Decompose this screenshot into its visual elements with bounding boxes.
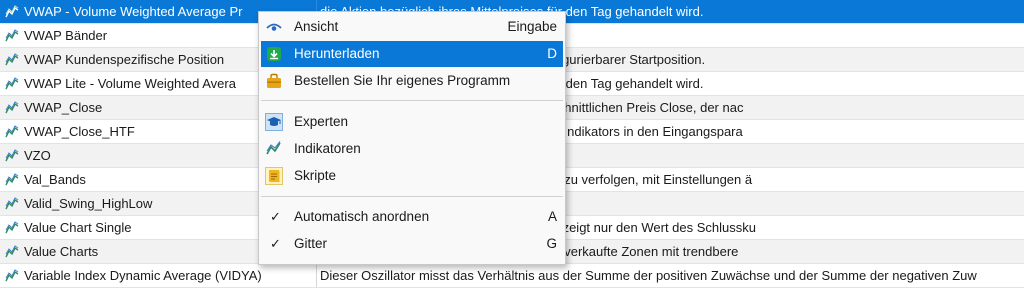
indicators-icon: [266, 141, 281, 155]
indicator-icon: [5, 100, 19, 113]
menu-separator: [261, 100, 563, 101]
scripts-icon: [265, 167, 283, 185]
indicator-icon: [5, 220, 19, 233]
indicator-name: Value Chart Single: [24, 220, 132, 235]
indicator-icon: [5, 172, 19, 185]
menu-item-scripts[interactable]: Skripte: [261, 163, 563, 189]
menu-item-shortcut: G: [546, 236, 557, 251]
indicator-name: VWAP Lite - Volume Weighted Avera: [24, 76, 236, 91]
indicator-icon: [5, 124, 19, 137]
menu-item-shortcut: A: [547, 209, 557, 224]
indicator-icon: [5, 148, 19, 161]
indicator-icon: [5, 268, 19, 281]
indicator-icon: [5, 4, 19, 17]
eye-icon: [266, 23, 282, 31]
indicator-name: VWAP_Close: [24, 100, 103, 115]
indicator-name: VWAP Kundenspezifische Position: [24, 52, 225, 67]
indicator-icon: [5, 28, 19, 41]
menu-item-label: Experten: [294, 114, 349, 129]
menu-item-order-program[interactable]: Bestellen Sie Ihr eigenes Programm: [261, 68, 563, 94]
indicator-name: Val_Bands: [24, 172, 86, 187]
menu-item-experts[interactable]: Experten: [261, 109, 563, 135]
indicator-name: VWAP Bänder: [24, 28, 108, 43]
check-icon: ✓: [270, 209, 281, 224]
indicator-name: VZO: [24, 148, 51, 163]
context-menu: Ansicht Eingabe Herunterladen D Bestelle…: [258, 11, 566, 265]
menu-item-download[interactable]: Herunterladen D: [261, 41, 563, 67]
indicator-icon: [5, 76, 19, 89]
menu-item-shortcut: Eingabe: [507, 19, 557, 34]
indicator-name: Variable Index Dynamic Average (VIDYA): [24, 268, 262, 283]
menu-item-label: Herunterladen: [294, 46, 380, 61]
menu-item-label: Ansicht: [294, 19, 339, 34]
menu-item-label: Skripte: [294, 168, 337, 183]
experts-icon: [265, 113, 283, 131]
description-cell: Dieser Oszillator misst das Verhältnis a…: [320, 268, 977, 283]
table-row[interactable]: Variable Index Dynamic Average (VIDYA) D…: [0, 264, 1024, 288]
menu-item-label: Indikatoren: [294, 141, 361, 156]
menu-item-view[interactable]: Ansicht Eingabe: [261, 14, 563, 40]
order-program-icon: [267, 73, 281, 88]
menu-item-label: Gitter: [294, 236, 328, 251]
menu-item-grid[interactable]: ✓ Gitter G: [261, 231, 563, 257]
menu-item-indicators[interactable]: Indikatoren: [261, 136, 563, 162]
menu-item-label: Automatisch anordnen: [294, 209, 430, 224]
download-icon: [267, 47, 281, 61]
menu-item-shortcut: D: [547, 46, 557, 61]
indicator-name: VWAP_Close_HTF: [24, 124, 135, 139]
indicator-name: VWAP - Volume Weighted Average Pr: [24, 4, 243, 19]
menu-item-auto-arrange[interactable]: ✓ Automatisch anordnen A: [261, 204, 563, 230]
name-cell[interactable]: Variable Index Dynamic Average (VIDYA): [0, 264, 317, 287]
indicator-icon: [5, 196, 19, 209]
indicator-name: Valid_Swing_HighLow: [24, 196, 153, 211]
indicator-icon: [5, 244, 19, 257]
check-icon: ✓: [270, 236, 281, 251]
indicator-name: Value Charts: [24, 244, 99, 259]
menu-item-label: Bestellen Sie Ihr eigenes Programm: [294, 73, 511, 88]
menu-separator: [261, 196, 563, 197]
indicator-icon: [5, 52, 19, 65]
